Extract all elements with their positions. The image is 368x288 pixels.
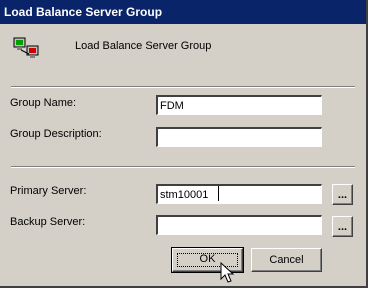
group-name-label: Group Name: <box>10 97 77 109</box>
mouse-pointer-icon <box>220 262 235 283</box>
header-title: Load Balance Server Group <box>75 40 212 52</box>
text-caret <box>218 186 219 201</box>
group-name-field[interactable] <box>156 95 322 115</box>
cancel-button[interactable]: Cancel <box>251 248 322 272</box>
backup-server-label: Backup Server: <box>10 216 86 228</box>
primary-server-browse-button[interactable]: ... <box>332 184 353 205</box>
separator <box>11 86 355 88</box>
title-bar: Load Balance Server Group <box>0 0 366 24</box>
group-description-field[interactable] <box>156 127 322 147</box>
group-description-label: Group Description: <box>10 128 102 140</box>
backup-server-browse-button[interactable]: ... <box>332 216 353 237</box>
backup-server-field[interactable] <box>156 215 322 235</box>
server-group-icon <box>13 37 39 58</box>
separator <box>11 166 355 168</box>
load-balance-dialog: Load Balance Server Group Load Balance S… <box>0 0 368 288</box>
primary-server-label: Primary Server: <box>10 185 87 197</box>
primary-server-field[interactable] <box>156 184 322 204</box>
